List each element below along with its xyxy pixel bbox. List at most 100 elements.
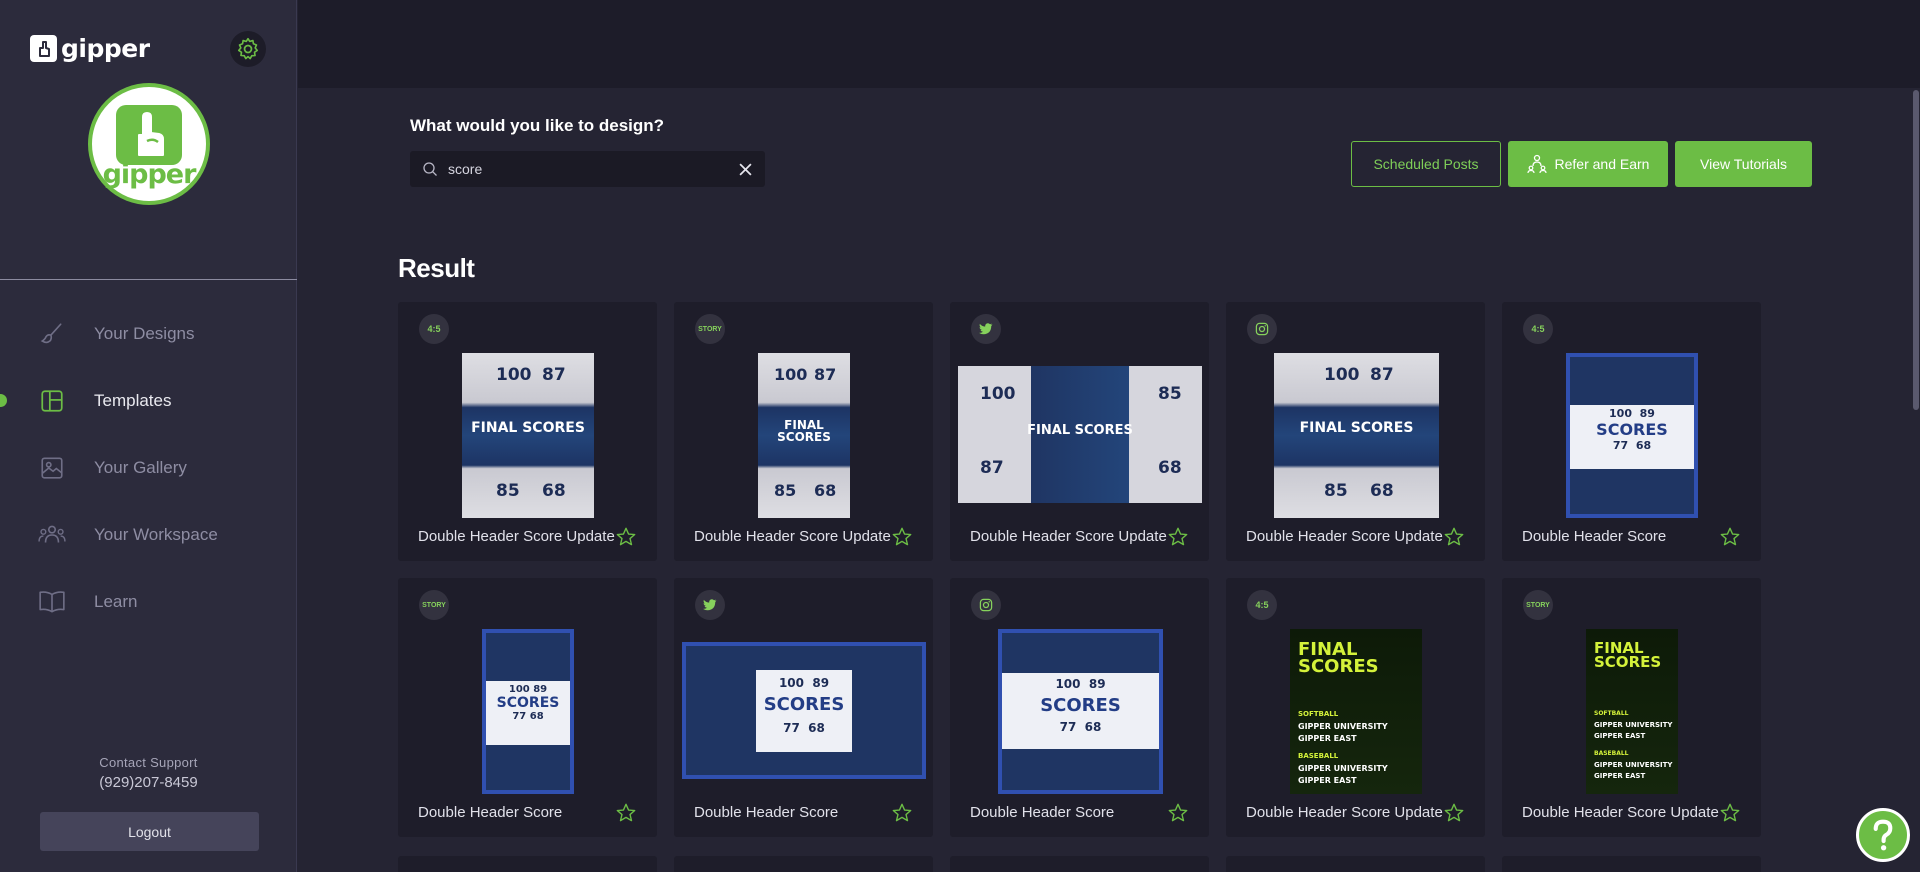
favorite-star-icon[interactable]: [891, 802, 913, 824]
design-prompt: What would you like to design?: [410, 116, 665, 135]
template-thumbnail: 100 89 SCORES 77 68: [1566, 353, 1698, 518]
template-card[interactable]: 100 85 FINAL SCORES 87 68 Double Header …: [950, 302, 1209, 561]
search-icon: [423, 162, 437, 176]
template-card[interactable]: STORY 100 87 FINAL SCORES 85 68 Double H…: [674, 302, 933, 561]
sidebar: gipper gipper Your Designs Templates You…: [0, 0, 297, 872]
search-box[interactable]: [410, 151, 765, 187]
template-thumbnail: 100 87 FINAL SCORES 85 68: [462, 353, 594, 518]
favorite-star-icon[interactable]: [1167, 802, 1189, 824]
nav-label: Your Workspace: [94, 524, 218, 544]
template-thumbnail: 100 87 FINAL SCORES 85 68: [1274, 353, 1439, 518]
favorite-star-icon[interactable]: [615, 526, 637, 548]
format-badge: 4:5: [1523, 314, 1553, 344]
gear-icon: [237, 37, 259, 60]
favorite-star-icon[interactable]: [615, 802, 637, 824]
template-title: Double Header Score Update: [1246, 804, 1443, 821]
template-title: Double Header Score Update: [418, 528, 615, 545]
template-card[interactable]: 4:5 FINAL SCORES SOFTBALL GIPPER UNIVERS…: [1226, 578, 1485, 837]
settings-button[interactable]: [230, 31, 266, 67]
scrollbar-thumb[interactable]: [1913, 90, 1919, 410]
refer-label: Refer and Earn: [1554, 156, 1650, 172]
instagram-icon: [1255, 322, 1269, 336]
logo-wordmark: gipper: [102, 158, 197, 190]
nav-your-designs[interactable]: Your Designs: [0, 300, 297, 367]
favorite-star-icon[interactable]: [1443, 526, 1465, 548]
template-thumbnail: 100 87 FINAL SCORES 85 68: [758, 353, 850, 518]
foam-finger-icon: [116, 104, 182, 165]
template-card[interactable]: 100 89 SCORES 77 68 Double Header Score: [674, 578, 933, 837]
templates-icon: [38, 387, 66, 415]
nav-your-gallery[interactable]: Your Gallery: [0, 434, 297, 501]
main-content: What would you like to design? Scheduled…: [298, 88, 1920, 872]
template-card[interactable]: STORY 100 89 SCORES 77 68 Double Header …: [398, 578, 657, 837]
favorite-star-icon[interactable]: [1443, 802, 1465, 824]
app-root: gipper gipper Your Designs Templates You…: [0, 0, 1920, 872]
template-card[interactable]: 100 87 FINAL SCORES 85 68 Double Header …: [1226, 302, 1485, 561]
nav-your-workspace[interactable]: Your Workspace: [0, 501, 297, 568]
template-thumbnail: 100 89 SCORES 77 68: [482, 629, 574, 794]
template-card-peek[interactable]: [950, 856, 1209, 872]
template-card-peek[interactable]: [398, 856, 657, 872]
nav-label: Your Gallery: [94, 457, 187, 477]
format-badge: 4:5: [1247, 590, 1277, 620]
brand[interactable]: gipper: [30, 34, 150, 63]
template-title: Double Header Score: [970, 804, 1115, 821]
clear-search-button[interactable]: [737, 161, 753, 177]
template-title: Double Header Score Update: [694, 528, 891, 545]
workspace-icon: [38, 521, 66, 549]
template-thumbnail: 100 85 FINAL SCORES 87 68: [958, 366, 1202, 503]
template-card[interactable]: STORY FINAL SCORES SOFTBALL GIPPER UNIVE…: [1502, 578, 1761, 837]
gipper-logo-icon: [30, 35, 57, 62]
top-bar: [298, 0, 1920, 88]
active-indicator: [0, 394, 7, 407]
instagram-badge: [1247, 314, 1277, 344]
support-phone[interactable]: (929)207-8459: [0, 774, 297, 791]
template-card[interactable]: 100 89 SCORES 77 68 Double Header Score: [950, 578, 1209, 837]
instagram-icon: [979, 598, 993, 612]
team-logo: gipper: [88, 83, 210, 205]
refer-and-earn-button[interactable]: Refer and Earn: [1508, 141, 1668, 187]
sidebar-divider: [0, 279, 297, 280]
favorite-star-icon[interactable]: [1719, 526, 1741, 548]
format-badge: STORY: [419, 590, 449, 620]
template-title: Double Header Score: [418, 804, 563, 821]
book-icon: [38, 588, 66, 616]
result-heading: Result: [398, 253, 475, 283]
sidebar-nav: Your Designs Templates Your Gallery Your…: [0, 300, 297, 635]
favorite-star-icon[interactable]: [1167, 526, 1189, 548]
logout-button[interactable]: Logout: [40, 812, 259, 851]
brand-name: gipper: [61, 34, 150, 63]
close-icon: [738, 162, 752, 176]
template-card-peek[interactable]: [674, 856, 933, 872]
support-label: Contact Support: [99, 755, 198, 770]
template-title: Double Header Score: [694, 804, 839, 821]
view-tutorials-button[interactable]: View Tutorials: [1675, 141, 1812, 187]
twitter-badge: [695, 590, 725, 620]
template-thumbnail: FINAL SCORES SOFTBALL GIPPER UNIVERSITY …: [1290, 629, 1422, 794]
scheduled-posts-button[interactable]: Scheduled Posts: [1351, 141, 1501, 187]
favorite-star-icon[interactable]: [891, 526, 913, 548]
question-mark-icon: [1873, 819, 1893, 851]
template-thumbnail: 100 89 SCORES 77 68: [998, 629, 1163, 794]
template-thumbnail: 100 89 SCORES 77 68: [682, 642, 926, 779]
template-card-peek[interactable]: [1502, 856, 1761, 872]
template-card[interactable]: 4:5 100 89 SCORES 77 68 Double Header Sc…: [1502, 302, 1761, 561]
help-button[interactable]: [1856, 808, 1910, 862]
template-card[interactable]: 4:5 100 87 FINAL SCORES 85 68 Double Hea…: [398, 302, 657, 561]
nav-label: Your Designs: [94, 323, 195, 343]
search-input[interactable]: [448, 161, 737, 177]
template-card-peek[interactable]: [1226, 856, 1485, 872]
template-title: Double Header Score Update: [970, 528, 1167, 545]
format-badge: STORY: [1523, 590, 1553, 620]
twitter-icon: [703, 599, 717, 611]
nav-label: Templates: [94, 390, 172, 410]
brush-icon: [38, 320, 66, 348]
nav-learn[interactable]: Learn: [0, 568, 297, 635]
template-thumbnail: FINAL SCORES SOFTBALL GIPPER UNIVERSITY …: [1586, 629, 1678, 794]
template-title: Double Header Score Update: [1246, 528, 1443, 545]
twitter-badge: [971, 314, 1001, 344]
nav-templates[interactable]: Templates: [0, 367, 297, 434]
instagram-badge: [971, 590, 1001, 620]
favorite-star-icon[interactable]: [1719, 802, 1741, 824]
template-title: Double Header Score Update: [1522, 804, 1719, 821]
